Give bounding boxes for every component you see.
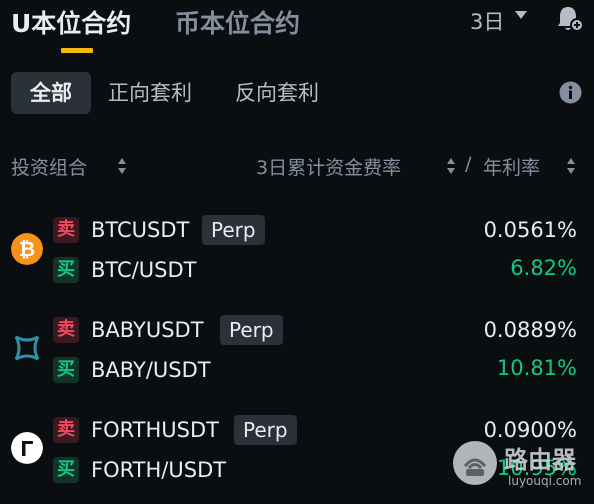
perp-symbol: BTCUSDT [91, 218, 190, 242]
watermark: 路由器 luyouqi.com [452, 436, 594, 502]
filter-reverse-arbitrage[interactable]: 反向套利 [235, 72, 319, 114]
header-portfolio[interactable]: 投资组合 [11, 153, 87, 180]
apr-value: 10.81% [496, 356, 577, 380]
spot-symbol: FORTH/USDT [91, 458, 227, 482]
forth-icon [11, 432, 43, 464]
chevron-down-icon[interactable] [515, 11, 527, 19]
filter-all[interactable]: 全部 [11, 72, 91, 114]
buy-tag: 买 [53, 357, 79, 383]
btc-icon: ₿ [11, 233, 43, 265]
perp-symbol: BABYUSDT [91, 318, 204, 342]
header-funding-rate[interactable]: 3日累计资金费率 [256, 153, 401, 180]
spot-symbol: BTC/USDT [91, 258, 197, 282]
watermark-name: 路由器 [504, 446, 576, 474]
spot-symbol: BABY/USDT [91, 358, 211, 382]
perp-badge: Perp [234, 415, 297, 445]
perp-badge: Perp [202, 215, 265, 245]
info-icon[interactable] [559, 81, 582, 104]
apr-value: 6.82% [510, 256, 577, 280]
buy-tag: 买 [53, 457, 79, 483]
sell-tag: 卖 [53, 417, 79, 443]
funding-rate-value: 0.0889% [483, 318, 577, 342]
active-tab-indicator [61, 48, 93, 53]
notification-bell-icon[interactable] [556, 4, 584, 34]
sort-icon[interactable] [447, 157, 455, 175]
sort-icon[interactable] [567, 157, 575, 175]
header-separator: / [465, 153, 472, 175]
watermark-url: luyouqi.com [508, 474, 582, 488]
header-apr[interactable]: 年利率 [483, 153, 540, 180]
tab-coin-m-futures[interactable]: 币本位合约 [175, 4, 300, 40]
sell-tag: 卖 [53, 217, 79, 243]
funding-rate-value: 0.0561% [483, 218, 577, 242]
baby-icon [12, 333, 42, 363]
router-logo-icon [453, 441, 497, 485]
buy-tag: 买 [53, 257, 79, 283]
sell-tag: 卖 [53, 317, 79, 343]
perp-symbol: FORTHUSDT [91, 418, 219, 442]
filter-positive-arbitrage[interactable]: 正向套利 [108, 72, 192, 114]
perp-badge: Perp [220, 315, 283, 345]
svg-text:₿: ₿ [19, 237, 35, 261]
tab-usdt-m-futures[interactable]: U本位合约 [11, 4, 131, 40]
sort-icon[interactable] [118, 157, 126, 175]
period-selector[interactable]: 3日 [470, 6, 504, 36]
